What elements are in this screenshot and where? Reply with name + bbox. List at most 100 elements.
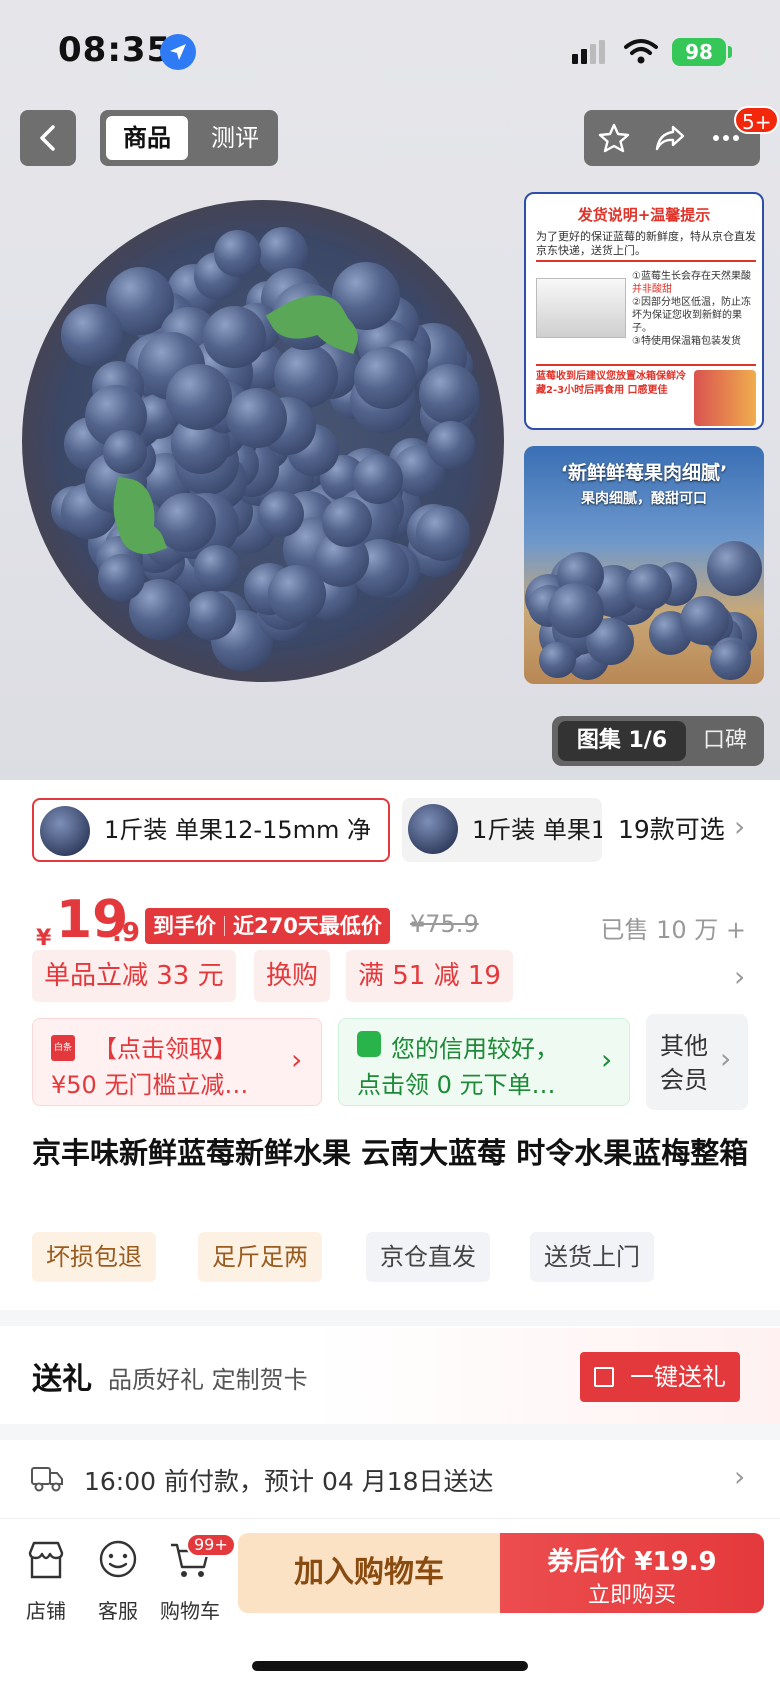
- section-divider: [0, 1310, 780, 1326]
- sku-label: 1斤装 单果12-15mm 净: [104, 816, 372, 844]
- thumb-subtitle: 为了更好的保证蓝莓的新鲜度，特从京仓直发京东快递，送货上门。: [536, 230, 756, 257]
- blueberry: [710, 639, 751, 681]
- gift-section[interactable]: 送礼 品质好礼 定制贺卡 一键送礼: [0, 1328, 780, 1424]
- tip-3: ③特使用保温箱包装发货: [632, 336, 741, 347]
- send-gift-button[interactable]: 一键送礼: [580, 1352, 740, 1402]
- price-row: ¥ 19 .9 到手价 近270天最低价 ¥75.9 已售 10 万 +: [0, 880, 780, 960]
- buy-now-button[interactable]: 券后价 ¥19.9 立即购买: [500, 1533, 764, 1613]
- divider: [536, 260, 756, 262]
- chevron-right-icon[interactable]: ›: [734, 960, 745, 993]
- cart-count-badge: 99+: [186, 1533, 236, 1557]
- tip-1-highlight: 并非酸甜: [632, 284, 672, 295]
- cellular-signal-icon: [572, 40, 608, 68]
- currency-symbol: ¥: [36, 926, 52, 951]
- tab-product[interactable]: 商品: [106, 116, 188, 160]
- original-price: ¥75.9: [410, 910, 479, 938]
- battery-indicator: 98: [672, 38, 726, 66]
- promo-trade-up[interactable]: 换购: [254, 950, 331, 1002]
- tab-review[interactable]: 测评: [200, 116, 270, 160]
- blueberry: [213, 230, 262, 278]
- blueberry: [194, 544, 241, 591]
- home-indicator: [252, 1661, 528, 1671]
- shop-button[interactable]: 店铺: [14, 1539, 78, 1623]
- thumb-title: 发货说明+温馨提示: [577, 206, 711, 224]
- gift-desc: 品质好礼 定制贺卡: [108, 1366, 308, 1394]
- blueberry: [415, 506, 471, 561]
- promo-discount[interactable]: 单品立减 33 元: [32, 950, 236, 1002]
- chevron-right-icon[interactable]: ›: [734, 810, 745, 843]
- blueberry: [61, 304, 123, 366]
- sku-selector: 1斤装 单果12-15mm 净 1斤装 单果1 19款可选 ›: [0, 780, 780, 880]
- chat-icon: [99, 1540, 137, 1578]
- product-review-switch[interactable]: 商品 测评: [100, 110, 278, 166]
- blueberry: [226, 387, 287, 449]
- gallery-thumb-shipping-notice[interactable]: 发货说明+温馨提示 为了更好的保证蓝莓的新鲜度，特从京仓直发京东快递，送货上门。…: [524, 192, 764, 430]
- blueberry: [186, 590, 236, 641]
- tip-2: ②因部分地区低温，防止冻坏为保证您收到新鲜的果子。: [632, 297, 751, 334]
- sku-thumbnail: [408, 804, 458, 854]
- credit-coupon-card[interactable]: 您的信用较好， 点击领 0 元下单… ›: [338, 1018, 630, 1106]
- chevron-right-icon: ›: [601, 1043, 613, 1076]
- baitiao-coupon-card[interactable]: 白条 【点击领取】 ¥50 无门槛立减… ›: [32, 1018, 322, 1106]
- promo-threshold[interactable]: 满 51 减 19: [346, 950, 513, 1002]
- section-divider: [0, 1424, 780, 1440]
- gallery-switch[interactable]: 图集 1/6 口碑: [552, 716, 764, 766]
- gallery-thumb-fresh-berries[interactable]: ‘新鲜鲜莓果肉细腻’ 果肉细腻，酸甜可口: [524, 446, 764, 684]
- sold-count: 已售 10 万 +: [600, 916, 746, 944]
- divider: [536, 364, 756, 366]
- coupon-desc: 点击领 0 元下单…: [357, 1071, 556, 1099]
- price-decimal: .9: [112, 918, 140, 948]
- location-icon: [160, 34, 196, 70]
- coupon-title: 您的信用较好，: [391, 1035, 559, 1063]
- shipping-row[interactable]: 16:00 前付款，预计 04 月18日送达 ›: [0, 1440, 780, 1530]
- status-bar: 08:35 98: [0, 0, 780, 100]
- gift-heading: 送礼: [32, 1362, 92, 1397]
- star-icon[interactable]: [598, 122, 630, 154]
- sku-more-button[interactable]: 19款可选: [618, 798, 725, 862]
- other-member-card[interactable]: 其他 会员 ›: [646, 1014, 748, 1110]
- blueberry: [418, 364, 479, 425]
- chevron-right-icon[interactable]: ›: [734, 1460, 745, 1493]
- battery-tip: [728, 46, 732, 58]
- coupon-cards: 白条 【点击领取】 ¥50 无门槛立减… › 您的信用较好， 点击领 0 元下单…: [0, 1014, 780, 1118]
- back-button[interactable]: [20, 110, 76, 166]
- share-icon[interactable]: [654, 122, 686, 154]
- delivery-estimate: 16:00 前付款，预计 04 月18日送达: [84, 1467, 494, 1496]
- member-label-1: 其他: [660, 1032, 708, 1060]
- promotions[interactable]: 单品立减 33 元 换购 满 51 减 19 ›: [0, 950, 780, 1022]
- sku-option[interactable]: 1斤装 单果1: [402, 798, 602, 862]
- blueberry: [268, 565, 326, 624]
- blueberry: [539, 641, 576, 679]
- tip-1: ①蓝莓生长会存在天然果酸: [632, 271, 751, 282]
- sku-option-selected[interactable]: 1斤装 单果12-15mm 净: [32, 798, 390, 862]
- add-to-cart-button[interactable]: 加入购物车: [238, 1533, 500, 1613]
- message-badge: 5+: [734, 106, 780, 134]
- blueberry: [322, 497, 373, 548]
- coupon-title: 【点击领取】: [93, 1035, 237, 1063]
- chevron-right-icon: ›: [720, 1042, 732, 1075]
- gift-icon: [594, 1367, 614, 1387]
- product-gallery[interactable]: 08:35 98 商品 测评 5+ 发货说明+温馨提示 为了更好的保证蓝莓的新鲜…: [0, 0, 780, 780]
- tag-damage-refund: 坏损包退: [32, 1232, 156, 1282]
- blueberry: [427, 420, 476, 469]
- thumb-headline: ‘新鲜鲜莓果肉细腻’: [560, 462, 728, 484]
- tag-warehouse-direct: 京仓直发: [366, 1232, 490, 1282]
- blueberry: [706, 541, 762, 597]
- tag-full-weight: 足斤足两: [198, 1232, 322, 1282]
- blueberry: [258, 490, 305, 537]
- shop-icon: [28, 1541, 64, 1579]
- blueberry: [548, 583, 604, 639]
- truck-icon: [31, 1467, 63, 1492]
- thumb-subline: 果肉细腻，酸甜可口: [581, 491, 707, 507]
- tab-word-of-mouth[interactable]: 口碑: [692, 721, 758, 761]
- gallery-counter[interactable]: 图集 1/6: [558, 721, 686, 761]
- tag-home-delivery: 送货上门: [530, 1232, 654, 1282]
- blueberry-bowl-image: [22, 200, 504, 682]
- customer-service-button[interactable]: 客服: [86, 1539, 150, 1623]
- chevron-right-icon: ›: [291, 1043, 303, 1076]
- buy-now-label: 立即购买: [587, 1583, 676, 1608]
- blueberry: [625, 563, 672, 610]
- wifi-icon: [624, 38, 658, 68]
- shopping-bag-icon: [357, 1031, 381, 1057]
- chevron-left-icon: [40, 125, 55, 151]
